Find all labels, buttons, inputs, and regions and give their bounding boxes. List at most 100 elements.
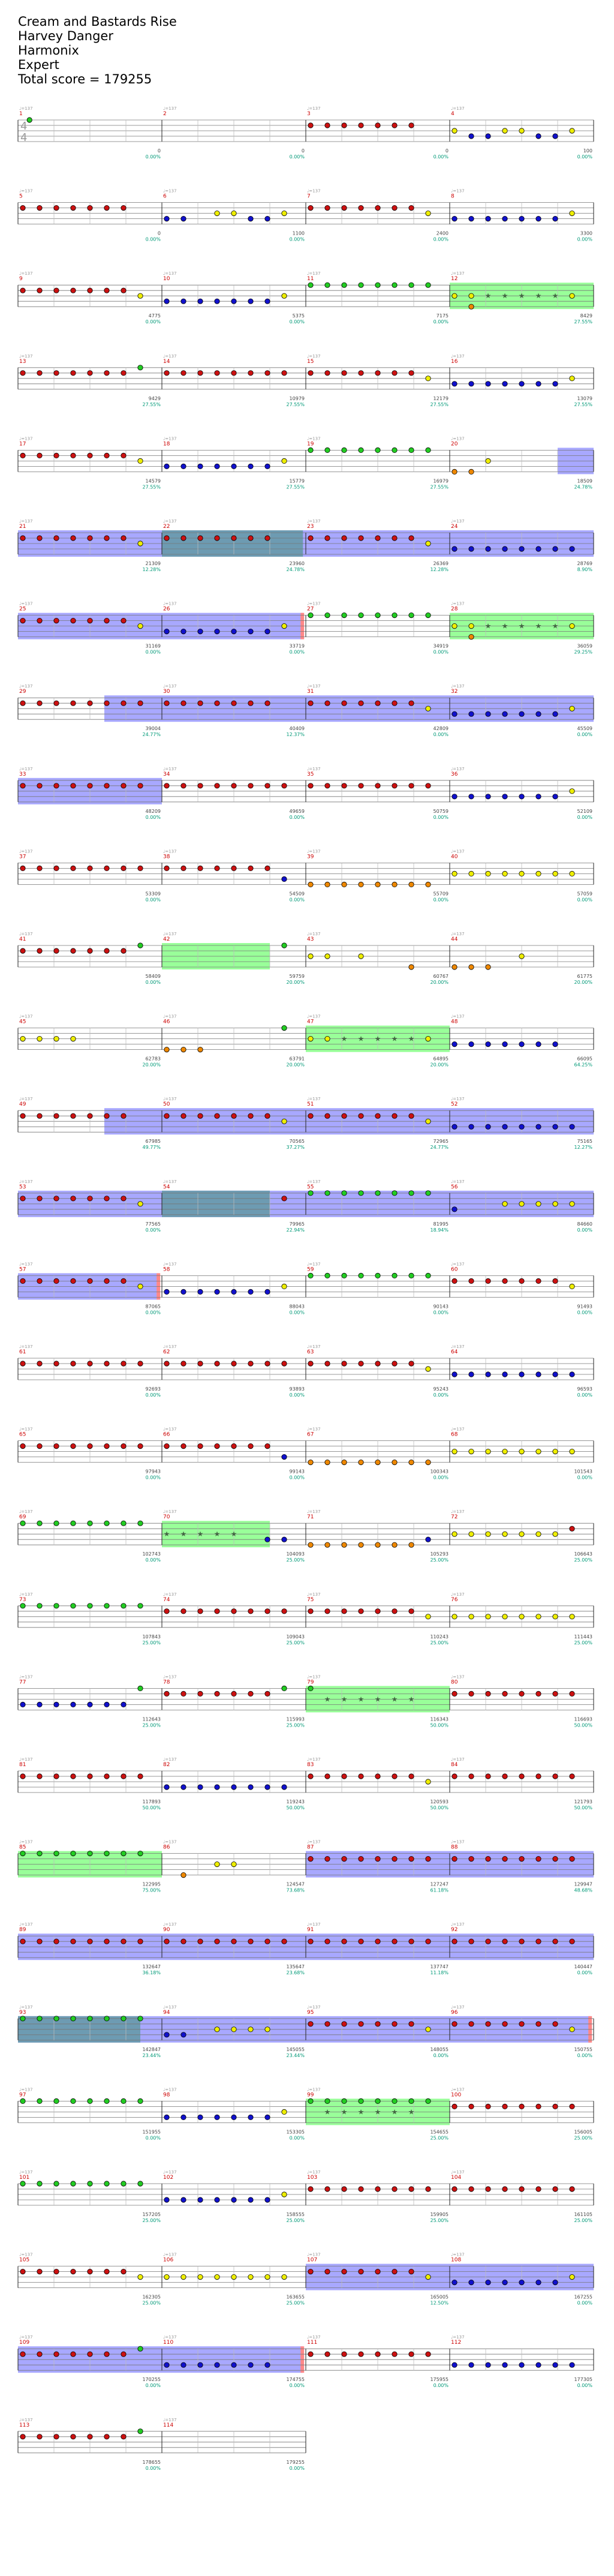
note-green xyxy=(392,2098,398,2104)
note-red xyxy=(231,1691,237,1697)
note-red xyxy=(358,122,364,128)
note-red xyxy=(20,948,26,954)
note-blue xyxy=(248,2197,254,2203)
note-blue xyxy=(535,546,541,552)
note-red xyxy=(408,1856,414,1862)
note-green xyxy=(87,2181,93,2187)
measure-number: 17 xyxy=(19,441,26,447)
note-yellow xyxy=(502,1449,508,1455)
note-green xyxy=(104,1520,110,1526)
note-green xyxy=(408,1190,414,1196)
note-red xyxy=(392,2021,398,2027)
measure xyxy=(449,1358,594,1380)
tempo-marker: ♩=137 xyxy=(163,1757,177,1762)
tempo-marker: ♩=137 xyxy=(19,1179,33,1184)
note-blue xyxy=(468,1041,474,1047)
measure-number: 95 xyxy=(307,2010,314,2016)
note-red xyxy=(87,948,93,954)
note-red xyxy=(104,1196,110,1202)
note-green xyxy=(53,1603,59,1609)
note-green xyxy=(392,447,398,454)
measure xyxy=(17,117,162,142)
note-red xyxy=(281,1361,287,1367)
note-red xyxy=(375,1938,381,1944)
measure-percent: 12.27% xyxy=(574,1145,592,1150)
measure-score: 92693 xyxy=(146,1386,161,1392)
note-yellow xyxy=(452,1614,458,1620)
measure xyxy=(17,2266,162,2289)
measure-number: 44 xyxy=(451,936,458,942)
tempo-marker: ♩=137 xyxy=(163,849,177,854)
star-note: ★ xyxy=(375,1695,381,1703)
note-red xyxy=(164,865,170,872)
note-red xyxy=(408,2269,414,2275)
measure-number: 103 xyxy=(307,2175,317,2181)
note-blue xyxy=(264,2114,270,2120)
measure-score: 1100 xyxy=(293,231,305,236)
measure xyxy=(17,1603,162,1628)
note-green xyxy=(375,612,381,619)
measure xyxy=(305,1440,450,1466)
note-yellow xyxy=(425,2274,431,2280)
note-yellow xyxy=(569,2274,575,2280)
note-red xyxy=(231,1113,237,1119)
note-red xyxy=(104,535,110,541)
note-yellow xyxy=(281,210,287,217)
note-red xyxy=(569,1526,575,1532)
note-red xyxy=(408,1608,414,1614)
measure xyxy=(17,863,162,885)
measure xyxy=(305,282,450,307)
measure xyxy=(449,119,594,142)
tempo-marker: ♩=137 xyxy=(451,932,465,936)
tempo-marker: ♩=137 xyxy=(19,2335,33,2340)
measure-percent: 24.78% xyxy=(574,484,592,490)
note-green xyxy=(308,612,314,619)
measure-score: 5375 xyxy=(293,313,305,319)
measure-percent: 0.00% xyxy=(146,1475,161,1481)
note-blue xyxy=(264,215,270,222)
note-red xyxy=(164,783,170,789)
note-red xyxy=(341,370,347,376)
note-red xyxy=(468,1278,474,1284)
note-red xyxy=(552,2103,558,2109)
note-red xyxy=(37,1113,43,1119)
note-green xyxy=(324,612,330,619)
note-green xyxy=(70,2098,76,2104)
measure-number: 8 xyxy=(451,194,455,200)
tempo-marker: ♩=137 xyxy=(163,271,177,276)
measure-score: 161105 xyxy=(574,2212,592,2217)
note-red xyxy=(104,205,110,211)
measure-score: 96593 xyxy=(577,1386,592,1392)
note-red xyxy=(552,1773,558,1779)
measure-score: 115993 xyxy=(286,1716,305,1722)
tempo-marker: ♩=137 xyxy=(307,684,321,689)
note-blue xyxy=(214,1289,220,1295)
note-yellow xyxy=(502,1531,508,1537)
note-yellow xyxy=(281,1283,287,1289)
note-yellow xyxy=(485,1614,491,1620)
note-green xyxy=(308,2098,314,2104)
measure-score: 15779 xyxy=(290,478,305,484)
note-green xyxy=(358,612,364,619)
note-yellow xyxy=(569,293,575,299)
measure-number: 31 xyxy=(307,689,314,695)
measure xyxy=(449,448,594,475)
measure-score: 75165 xyxy=(577,1139,592,1144)
note-red xyxy=(408,2021,414,2027)
tempo-marker: ♩=137 xyxy=(19,849,33,854)
note-yellow xyxy=(214,2026,220,2032)
tempo-marker: ♩=137 xyxy=(19,1922,33,1927)
note-blue xyxy=(452,794,458,800)
note-red xyxy=(104,370,110,376)
star-note: ★ xyxy=(519,622,525,631)
measure xyxy=(17,942,162,968)
note-blue xyxy=(502,794,508,800)
note-yellow xyxy=(264,2026,270,2032)
note-red xyxy=(485,1773,491,1779)
measure-percent: 25.00% xyxy=(574,2135,592,2140)
note-red xyxy=(70,1443,76,1449)
note-yellow xyxy=(569,2026,575,2032)
note-red xyxy=(324,783,330,789)
note-blue xyxy=(248,215,254,222)
note-red xyxy=(324,2021,330,2027)
